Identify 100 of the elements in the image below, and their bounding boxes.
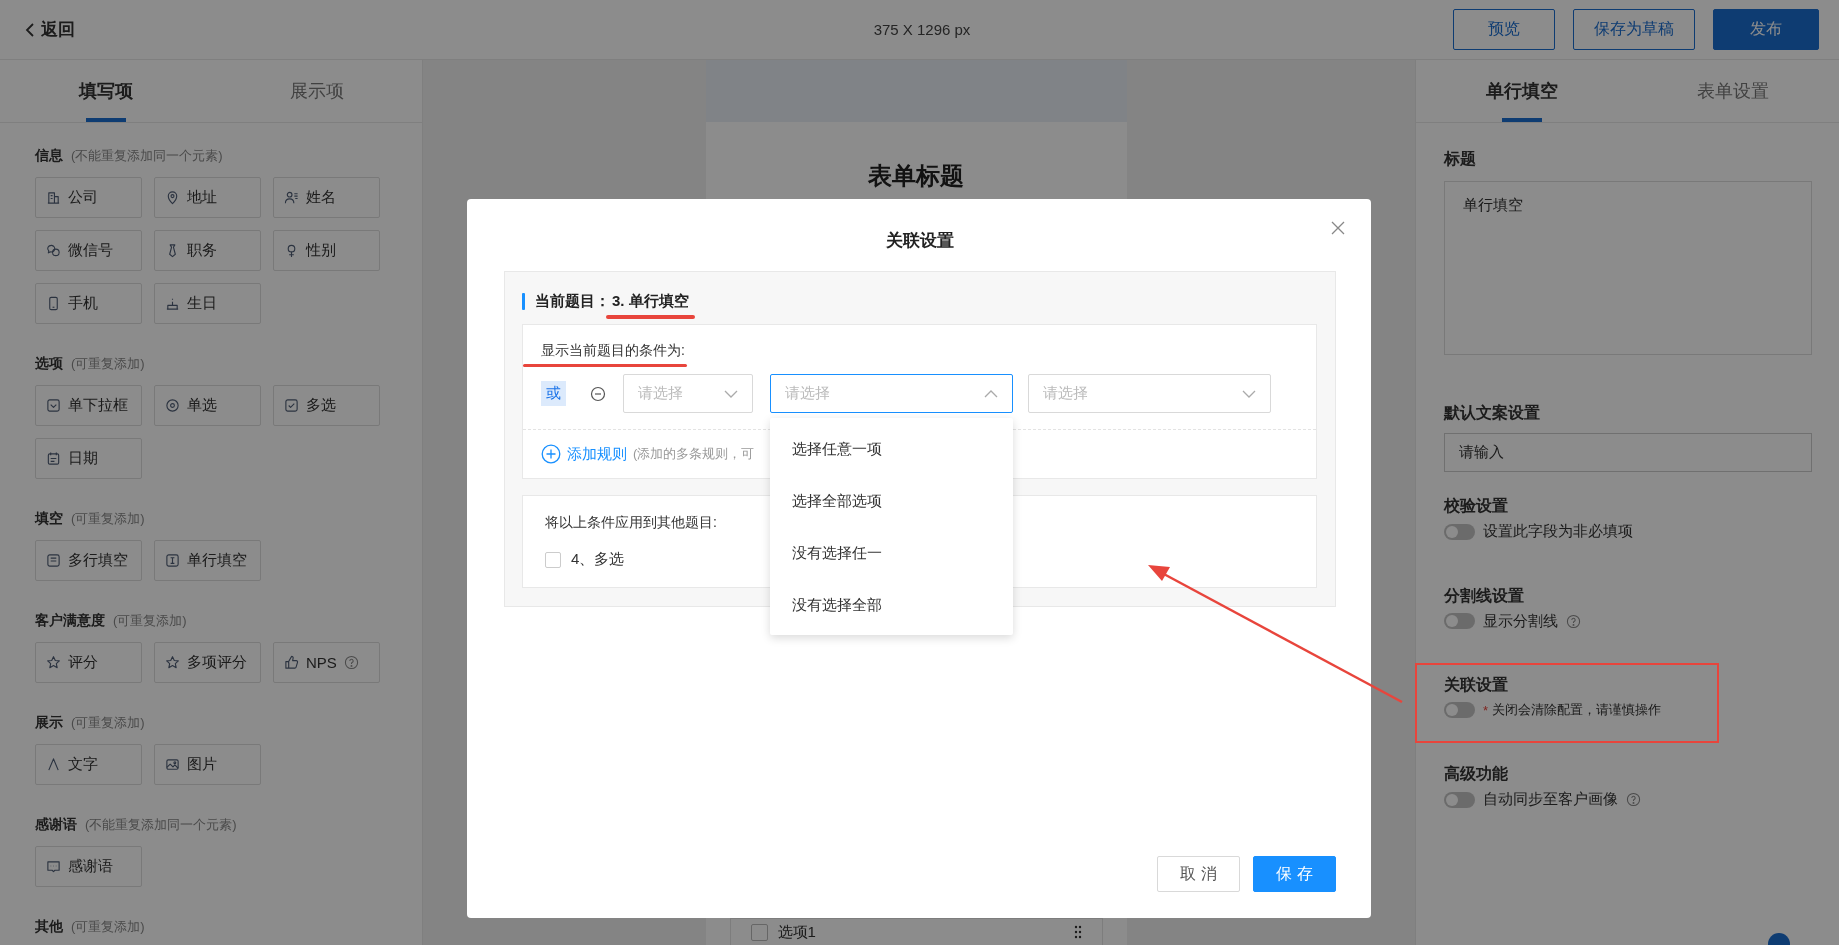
- component-button[interactable]: 性别: [273, 230, 380, 271]
- toggle-switch[interactable]: [1444, 523, 1475, 540]
- panel-tab[interactable]: 单行填空: [1416, 60, 1628, 122]
- chat-bubbles-icon: [46, 243, 61, 258]
- toggle-option[interactable]: * 关闭会清除配置，请谨慎操作: [1444, 701, 1662, 719]
- section-hint: (可重复添加): [71, 510, 145, 528]
- canvas-size: 375 X 1296 px: [873, 21, 971, 38]
- close-icon[interactable]: [1331, 221, 1345, 235]
- drag-handle-icon[interactable]: [1073, 925, 1082, 939]
- component-button[interactable]: 多行填空: [35, 540, 142, 581]
- section-title: 其他: [35, 918, 63, 936]
- field-label: 标题: [1444, 149, 1477, 169]
- component-button[interactable]: 手机: [35, 283, 142, 324]
- help-icon: [1566, 613, 1581, 629]
- toggle-option[interactable]: 显示分割线: [1444, 611, 1581, 631]
- toolbar-button[interactable]: 预览: [1453, 9, 1555, 50]
- toggle-switch[interactable]: [1444, 702, 1475, 718]
- component-button[interactable]: 多选: [273, 385, 380, 426]
- setting-title: 关联设置: [1444, 675, 1509, 695]
- panel-tab[interactable]: 展示项: [211, 60, 422, 122]
- component-button[interactable]: 单行填空: [154, 540, 261, 581]
- section-title: 填空: [35, 510, 63, 528]
- chevron-left-icon: [25, 21, 35, 38]
- component-button[interactable]: 生日: [154, 283, 261, 324]
- panel-tab[interactable]: 表单设置: [1627, 60, 1839, 122]
- setting-title: 高级功能: [1444, 764, 1509, 784]
- current-question: 3. 单行填空: [612, 291, 689, 311]
- section-title: 选项: [35, 355, 63, 373]
- text-cursor-icon: [165, 553, 180, 568]
- person-list-icon: [284, 190, 299, 205]
- component-button[interactable]: 公司: [35, 177, 142, 218]
- dropdown-option[interactable]: 没有选择任一: [770, 527, 1013, 579]
- help-icon: [343, 655, 359, 670]
- plus-circle-icon: [541, 444, 561, 464]
- dropdown-option[interactable]: 选择任意一项: [770, 423, 1013, 475]
- panel-tab[interactable]: 填写项: [0, 60, 211, 122]
- required-mark: *: [1483, 702, 1489, 718]
- connector-tag: 或: [541, 381, 566, 406]
- component-button[interactable]: 地址: [154, 177, 261, 218]
- checkbox[interactable]: [545, 551, 561, 568]
- letter-a-icon: [46, 757, 61, 772]
- calendar-icon: [46, 451, 61, 466]
- toolbar-button[interactable]: 保存为草稿: [1573, 9, 1695, 50]
- field-label: 默认文案设置: [1444, 403, 1541, 423]
- component-button[interactable]: 多项评分: [154, 642, 261, 683]
- setting-title: 分割线设置: [1444, 585, 1525, 606]
- radio-icon: [165, 398, 180, 413]
- component-button[interactable]: 感谢语: [35, 846, 142, 887]
- section-title: 展示: [35, 714, 63, 732]
- section-title: 感谢语: [35, 816, 77, 834]
- option-label: 选项1: [777, 922, 817, 942]
- component-button[interactable]: 单下拉框: [35, 385, 142, 426]
- remove-icon[interactable]: [590, 385, 606, 402]
- building-icon: [46, 190, 61, 205]
- phone-icon: [46, 296, 61, 311]
- dropdown-option[interactable]: 选择全部选项: [770, 475, 1013, 527]
- star-icon: [46, 655, 61, 670]
- section-hint: (可重复添加): [113, 612, 187, 630]
- toolbar-button[interactable]: 发布: [1713, 9, 1819, 50]
- apply-label: 将以上条件应用到其他题目:: [545, 514, 718, 532]
- component-button[interactable]: NPS: [273, 642, 380, 683]
- toggle-option[interactable]: 设置此字段为非必填项: [1444, 522, 1633, 541]
- add-rule-link[interactable]: 添加规则: [541, 444, 627, 464]
- chevron-down-icon: [724, 389, 738, 398]
- component-button[interactable]: 职务: [154, 230, 261, 271]
- image-icon: [165, 757, 180, 772]
- component-button[interactable]: 日期: [35, 438, 142, 479]
- back-link[interactable]: 返回: [25, 18, 75, 41]
- dropdown-option[interactable]: 没有选择全部: [770, 579, 1013, 631]
- component-button[interactable]: 图片: [154, 744, 261, 785]
- default-text-field[interactable]: 请输入: [1444, 433, 1812, 472]
- section-title: 信息: [35, 147, 63, 165]
- dialog-button[interactable]: 保 存: [1253, 856, 1336, 892]
- message-icon: [46, 859, 61, 874]
- component-button[interactable]: 姓名: [273, 177, 380, 218]
- star-icon: [165, 655, 180, 670]
- component-button[interactable]: 文字: [35, 744, 142, 785]
- add-rule-hint: (添加的多条规则，可: [633, 445, 755, 463]
- cake-icon: [165, 296, 180, 311]
- checkbox-label[interactable]: 4、多选: [571, 550, 625, 569]
- toggle-switch[interactable]: [1444, 791, 1475, 808]
- option-checkbox[interactable]: [750, 923, 768, 941]
- dialog-button[interactable]: 取 消: [1157, 856, 1240, 892]
- toggle-switch[interactable]: [1444, 613, 1475, 629]
- checkbox-icon: [284, 398, 299, 413]
- modal-title: 关联设置: [885, 230, 955, 252]
- text-lines-icon: [46, 553, 61, 568]
- location-pin-icon: [165, 190, 180, 205]
- component-button[interactable]: 微信号: [35, 230, 142, 271]
- component-button[interactable]: 评分: [35, 642, 142, 683]
- title-textarea[interactable]: 单行填空: [1444, 181, 1812, 355]
- section-title: 客户满意度: [35, 612, 105, 630]
- section-hint: (可重复添加): [71, 355, 145, 373]
- component-button[interactable]: 单选: [154, 385, 261, 426]
- help-icon: [1626, 792, 1641, 807]
- thumbs-up-icon: [284, 655, 299, 670]
- section-hint: (可重复添加): [71, 714, 145, 732]
- toggle-option[interactable]: 自动同步至客户画像: [1444, 790, 1641, 809]
- chevron-up-icon: [984, 389, 998, 398]
- dropdown-box-icon: [46, 398, 61, 413]
